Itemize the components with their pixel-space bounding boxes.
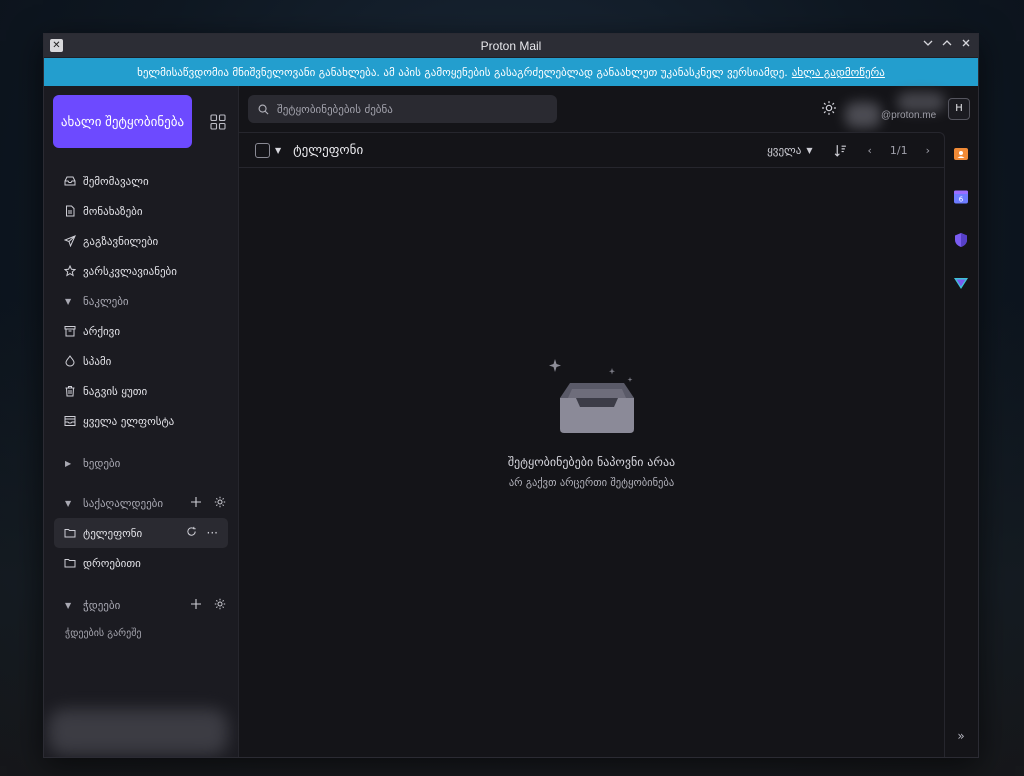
more-options-icon[interactable]: ··· xyxy=(207,526,218,540)
sidebar-item-folder-phone[interactable]: ტელეფონი ··· xyxy=(54,518,228,548)
sidebar-item-all-mail[interactable]: ყველა ელფოსტა xyxy=(44,406,238,436)
empty-inbox-illustration xyxy=(542,353,642,441)
sidebar-item-label: დროებითი xyxy=(83,556,141,570)
account-info-blurred xyxy=(48,709,228,755)
caret-down-icon: ▼ xyxy=(65,498,72,508)
sidebar-item-drafts[interactable]: მონახაზები xyxy=(44,196,238,226)
archive-icon xyxy=(63,324,77,338)
download-now-link[interactable]: ახლა გადმოწერა xyxy=(792,66,885,79)
apps-grid-icon[interactable] xyxy=(208,112,228,132)
star-icon xyxy=(63,264,77,278)
section-labels-toggle[interactable]: ▼ ჭდეები xyxy=(44,590,238,620)
drafts-icon xyxy=(63,204,77,218)
section-label: ჭდეები xyxy=(83,598,121,612)
list-toolbar: ▼ ტელეფონი ყველა ▼ ‹ 1/1 › xyxy=(239,133,944,168)
spam-icon xyxy=(63,354,77,368)
sidebar-item-sent[interactable]: გაგზავნილები xyxy=(44,226,238,256)
user-email: @proton.me xyxy=(881,110,937,121)
section-label: ხედები xyxy=(83,456,121,470)
trash-icon xyxy=(63,384,77,398)
sidebar-item-label: ვარსკვლავიანები xyxy=(83,264,177,278)
caret-right-icon: ▶ xyxy=(65,458,72,468)
add-folder-icon[interactable] xyxy=(190,496,202,511)
section-folders-toggle[interactable]: ▼ საქაღალდეები xyxy=(44,488,238,518)
section-label: ნაკლები xyxy=(83,294,129,308)
banner-text: ხელმისაწვდომია მნიშვნელოვანი განახლება. … xyxy=(137,65,788,79)
minimize-icon[interactable] xyxy=(921,37,934,53)
message-list-panel: ▼ ტელეფონი ყველა ▼ ‹ 1/1 › შეტყობინებები… xyxy=(239,132,945,757)
sidebar: ახალი შეტყობინება შემომავალი მონახაზები … xyxy=(44,86,239,757)
sidebar-item-trash[interactable]: ნაგვის ყუთი xyxy=(44,376,238,406)
pagination: ‹ 1/1 › xyxy=(867,144,930,157)
sidebar-item-label: სპამი xyxy=(83,354,112,368)
sent-icon xyxy=(63,234,77,248)
empty-state: შეტყობინებები ნაპოვნი არაა არ გაქვთ არცე… xyxy=(239,353,944,489)
title-bar: ✕ Proton Mail xyxy=(44,34,978,58)
sidebar-item-spam[interactable]: სპამი xyxy=(44,346,238,376)
sidebar-item-label: ყველა ელფოსტა xyxy=(83,414,175,428)
app-window: ✕ Proton Mail ხელმისაწვდომია მნიშვნელოვა… xyxy=(43,33,979,758)
maximize-icon[interactable] xyxy=(940,37,953,53)
search-icon xyxy=(258,104,269,115)
close-icon[interactable] xyxy=(959,37,972,53)
sidebar-item-label: არქივი xyxy=(83,324,121,338)
empty-state-subtitle: არ გაქვთ არცერთი შეტყობინება xyxy=(508,477,675,489)
no-labels-text: ჭდეების გარეშე xyxy=(65,627,142,639)
sidebar-item-starred[interactable]: ვარსკვლავიანები xyxy=(44,256,238,286)
sidebar-item-inbox[interactable]: შემომავალი xyxy=(44,166,238,196)
add-label-icon[interactable] xyxy=(190,598,202,613)
window-controls xyxy=(921,37,972,53)
refresh-icon[interactable] xyxy=(186,526,197,540)
drive-app-icon[interactable] xyxy=(953,275,969,291)
section-views-toggle[interactable]: ▶ ხედები xyxy=(44,448,238,478)
inbox-icon xyxy=(63,174,77,188)
caret-down-icon: ▼ xyxy=(65,600,72,610)
sidebar-item-label: შემომავალი xyxy=(83,174,149,188)
settings-gear-icon[interactable] xyxy=(821,100,837,120)
section-label: საქაღალდეები xyxy=(83,496,164,510)
sidebar-item-label: მონახაზები xyxy=(83,204,143,218)
page-indicator: 1/1 xyxy=(889,143,908,157)
right-app-rail: 6 » xyxy=(944,132,978,757)
sidebar-item-label: ტელეფონი xyxy=(83,526,143,540)
select-all-checkbox[interactable] xyxy=(255,142,270,158)
vpn-shield-icon[interactable] xyxy=(953,232,969,248)
window-title: Proton Mail xyxy=(480,38,542,53)
mailbox-nav: შემომავალი მონახაზები გაგზავნილები ვარსკ… xyxy=(44,166,238,646)
sidebar-item-archive[interactable]: არქივი xyxy=(44,316,238,346)
folder-icon xyxy=(63,526,77,540)
select-dropdown-icon[interactable]: ▼ xyxy=(275,146,281,155)
search-placeholder: შეტყობინებების ძებნა xyxy=(277,102,393,116)
avatar[interactable]: H xyxy=(948,98,970,120)
filter-label: ყველა xyxy=(767,143,802,157)
top-bar: შეტყობინებების ძებნა @proton.me H xyxy=(239,86,978,132)
all-mail-icon xyxy=(63,414,77,428)
label-settings-icon[interactable] xyxy=(214,598,226,613)
sidebar-item-folder-temporary[interactable]: დროებითი xyxy=(44,548,238,578)
folder-icon xyxy=(63,556,77,570)
folder-settings-icon[interactable] xyxy=(214,496,226,511)
page-title: ტელეფონი xyxy=(293,142,364,158)
filter-dropdown[interactable]: ყველა ▼ xyxy=(767,144,812,157)
app-icon: ✕ xyxy=(50,39,63,52)
sort-icon[interactable] xyxy=(834,144,847,157)
sidebar-item-label: ნაგვის ყუთი xyxy=(83,384,148,398)
empty-state-title: შეტყობინებები ნაპოვნი არაა xyxy=(507,455,676,469)
calendar-app-icon[interactable]: 6 xyxy=(953,189,969,205)
contacts-app-icon[interactable] xyxy=(953,146,969,162)
sidebar-item-label: გაგზავნილები xyxy=(83,234,159,248)
search-input[interactable]: შეტყობინებების ძებნა xyxy=(248,95,557,123)
section-less-toggle[interactable]: ▼ ნაკლები xyxy=(44,286,238,316)
new-message-button[interactable]: ახალი შეტყობინება xyxy=(53,95,192,148)
expand-rail-icon[interactable]: » xyxy=(957,729,964,743)
caret-down-icon: ▼ xyxy=(65,296,72,306)
update-banner: ხელმისაწვდომია მნიშვნელოვანი განახლება. … xyxy=(44,58,978,86)
chevron-down-icon: ▼ xyxy=(806,145,813,155)
previous-page-icon[interactable]: ‹ xyxy=(867,144,871,157)
next-page-icon[interactable]: › xyxy=(926,144,930,157)
svg-text:6: 6 xyxy=(959,196,964,204)
main-panel: შეტყობინებების ძებნა @proton.me H ▼ ტელე… xyxy=(239,86,978,757)
